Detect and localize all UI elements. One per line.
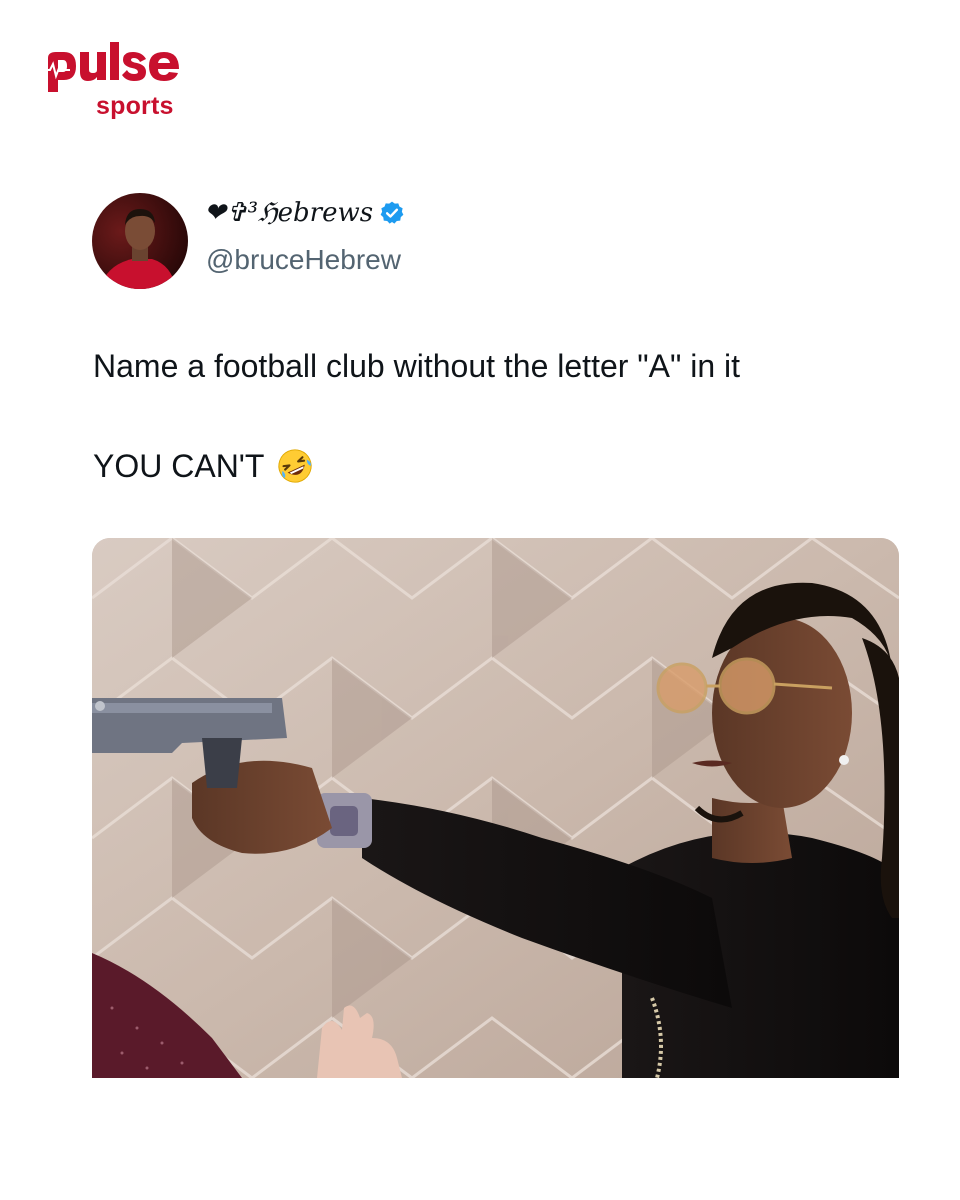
- tweet-text-line2-text: YOU CAN'T: [93, 447, 265, 484]
- display-name[interactable]: ❤✞³ℌebrews: [204, 198, 405, 228]
- tweet-text-line1: Name a football club without the letter …: [93, 348, 741, 384]
- tweet-text-line2: YOU CAN'T: [93, 447, 314, 485]
- user-handle[interactable]: @bruceHebrew: [206, 244, 401, 276]
- tweet-media[interactable]: [92, 538, 899, 1078]
- pulse-sports-logo: sports: [42, 40, 192, 130]
- brand-subtitle: sports: [96, 92, 174, 120]
- avatar-image: [92, 193, 188, 289]
- verified-badge-icon: [380, 201, 404, 224]
- rolling-on-floor-laughing-icon: [278, 449, 313, 483]
- pulse-wordmark-icon: [42, 42, 179, 92]
- man-pointing-gun-image: [92, 538, 899, 1078]
- display-name-text: ❤✞³ℌebrews: [204, 198, 374, 228]
- avatar[interactable]: [92, 193, 188, 289]
